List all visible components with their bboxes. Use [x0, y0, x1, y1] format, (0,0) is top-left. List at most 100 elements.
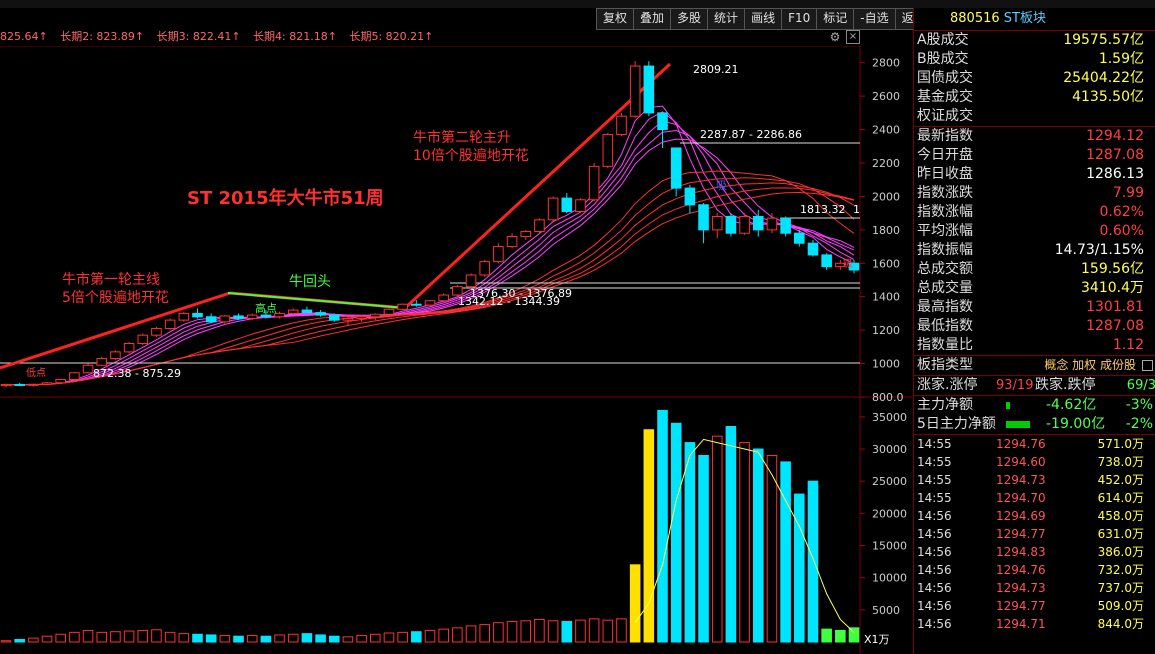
price-tick-label: 1400 [872, 291, 900, 304]
xi-label-b: 低点 [26, 366, 46, 379]
candle-body [479, 261, 490, 276]
candle-body [547, 197, 559, 221]
round1-label-b: 5倍个股遍地开花 [62, 290, 169, 306]
volume-bar [739, 442, 750, 643]
index-label: 最低指数 [917, 318, 973, 334]
stat-label: B股成交 [917, 51, 969, 67]
volume-bar [684, 442, 696, 643]
rise-value: 93/19 [996, 378, 1034, 393]
tick-time: 14:56 [917, 581, 952, 595]
index-label: 指数振幅 [917, 242, 973, 258]
stat-label: A股成交 [917, 32, 969, 48]
low-label: 872.38 - 875.29 [93, 367, 181, 380]
flow-pct: -2% [1125, 416, 1153, 432]
price-tick-label: 1600 [872, 257, 900, 270]
volume-bar [547, 620, 559, 643]
index-value: 3410.4万 [1081, 280, 1144, 296]
volume-bar [698, 454, 709, 643]
candle-body [534, 219, 545, 233]
price-axis: 2800 2600 2400 2200 2000 1800 1600 1400 1200 1000… [860, 57, 904, 404]
toolbar-overlay-button[interactable]: 叠加 [634, 9, 672, 29]
tick-volume: 509.0万 [1097, 599, 1144, 613]
gaodian-label: 高点 [255, 301, 277, 315]
toolbar-draw-button[interactable]: 画线 [745, 9, 783, 29]
candle-body [780, 217, 791, 234]
candle-body [246, 314, 258, 319]
index-label: 昨日收盘 [917, 166, 973, 182]
flow-label: 主力净额 [917, 397, 973, 413]
type-value[interactable]: 概念 加权 成份股 [1044, 356, 1136, 375]
fall-label: 跌家.跌停 [1035, 377, 1096, 393]
volume-tick-label: 15000 [872, 540, 907, 553]
stat-label: 基金成交 [917, 89, 973, 105]
volume-bar [315, 634, 326, 643]
volume-bar [848, 627, 860, 643]
index-row: 最高指数 1301.81 [914, 298, 1155, 317]
tick-volume: 844.0万 [1097, 617, 1144, 631]
candle-body [739, 215, 750, 234]
tick-time: 14:56 [917, 509, 952, 523]
index-row: 今日开盘 1287.08 [914, 146, 1155, 165]
volume-bar [14, 638, 25, 643]
tick-time: 14:56 [917, 545, 952, 559]
tick-price: 1294.60 [996, 455, 1046, 469]
candle-body [588, 165, 600, 201]
chart-toolbar: 复权 叠加 多股 统计 画线 F10 标记 -自选 返回 [596, 8, 934, 30]
candle-body [493, 246, 504, 263]
volume-bar [287, 633, 299, 643]
volume-bar [55, 633, 66, 643]
trend-lines [0, 62, 672, 370]
mid-label-2: 1342.12 - 1344.39 [458, 295, 560, 308]
candle-body [233, 315, 244, 319]
toolbar-multi-stock-button[interactable]: 多股 [671, 9, 709, 29]
tick-price: 1294.76 [996, 563, 1046, 577]
volume-bar [342, 636, 354, 643]
candle-body [178, 312, 190, 321]
toolbar-mark-button[interactable]: 标记 [817, 9, 855, 29]
settings-icon[interactable]: ⚙ [828, 30, 842, 44]
xi-label-a: 吸 [716, 179, 727, 192]
toolbar-restore-rights-button[interactable]: 复权 [597, 9, 635, 29]
volume-bar [274, 634, 285, 643]
volume-bar [657, 409, 668, 643]
index-label: 今日开盘 [917, 147, 973, 163]
candle-body [794, 232, 805, 244]
candle-body [287, 309, 299, 314]
rise-label: 涨家.涨停 [917, 377, 978, 393]
tick-row: 14:55 1294.70 614.0万 [914, 489, 1155, 507]
candle-body [629, 65, 641, 117]
candle-body [123, 343, 135, 353]
volume-tick-label: 5000 [872, 604, 900, 617]
close-icon[interactable]: × [846, 30, 860, 44]
tick-time: 14:56 [917, 617, 952, 631]
candle-body [205, 316, 217, 323]
tick-time: 14:55 [917, 437, 952, 451]
volume-bar [794, 493, 805, 643]
flow-label: 5日主力净额 [917, 416, 996, 432]
horizontal-lines [0, 142, 860, 364]
trend-line-red [0, 62, 672, 370]
volume-axis: 35000 30000 25000 20000 15000 10000 5000 [860, 411, 907, 617]
index-value: 1294.12 [1086, 128, 1144, 144]
candle-body [41, 382, 53, 385]
ma-value-3: 长期3: 822.41↑ [156, 30, 241, 43]
index-row: 指数振幅 14.73/1.15% [914, 241, 1155, 260]
tick-time: 14:56 [917, 527, 952, 541]
kline-chart[interactable]: 2800 2600 2400 2200 2000 1800 1600 1400 1200 1000… [0, 46, 912, 654]
volume-bar [301, 633, 313, 643]
candle-body [725, 215, 737, 234]
volume-bar [41, 635, 53, 643]
toolbar-watchlist-button[interactable]: -自选 [854, 9, 896, 29]
candle-body [192, 312, 203, 318]
candle-body [561, 197, 573, 212]
volume-bar [356, 635, 367, 643]
candle-body [151, 327, 162, 336]
toolbar-f10-button[interactable]: F10 [782, 9, 818, 29]
stat-value: 4135.50亿 [1072, 89, 1144, 105]
tick-volume: 631.0万 [1097, 527, 1144, 541]
type-menu-icon[interactable] [1142, 360, 1153, 371]
toolbar-stats-button[interactable]: 统计 [708, 9, 746, 29]
tick-volume: 452.0万 [1097, 473, 1144, 487]
hline-2287-label: 2287.87 - 2286.86 [700, 128, 802, 141]
candle-body [356, 316, 367, 319]
